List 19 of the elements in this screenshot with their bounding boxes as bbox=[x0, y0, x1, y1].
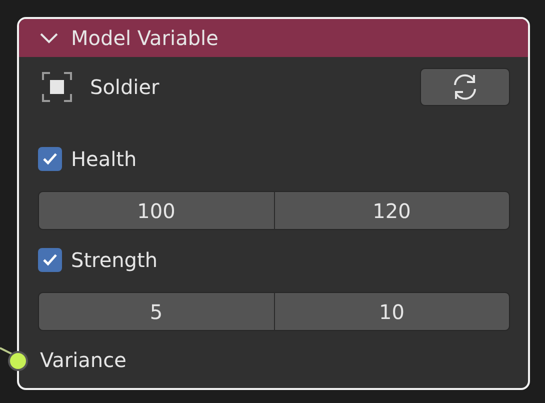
output-label: Variance bbox=[40, 348, 126, 372]
refresh-button[interactable] bbox=[420, 68, 510, 106]
checkbox-label: Health bbox=[71, 147, 137, 171]
object-icon bbox=[42, 72, 72, 102]
output-socket[interactable] bbox=[8, 351, 28, 371]
checkmark-icon bbox=[42, 252, 58, 268]
node-header[interactable]: Model Variable bbox=[19, 19, 528, 57]
checkbox-label: Strength bbox=[71, 248, 158, 272]
min-field[interactable]: 100 bbox=[38, 191, 274, 230]
max-field[interactable]: 10 bbox=[274, 292, 510, 331]
chevron-icon[interactable] bbox=[39, 32, 59, 44]
checkmark-icon bbox=[42, 151, 58, 167]
object-name: Soldier bbox=[90, 75, 160, 99]
checkbox[interactable] bbox=[38, 248, 62, 272]
max-field[interactable]: 120 bbox=[274, 191, 510, 230]
min-field[interactable]: 5 bbox=[38, 292, 274, 331]
checkbox[interactable] bbox=[38, 147, 62, 171]
node-title: Model Variable bbox=[71, 26, 218, 50]
wire-line bbox=[0, 347, 14, 357]
